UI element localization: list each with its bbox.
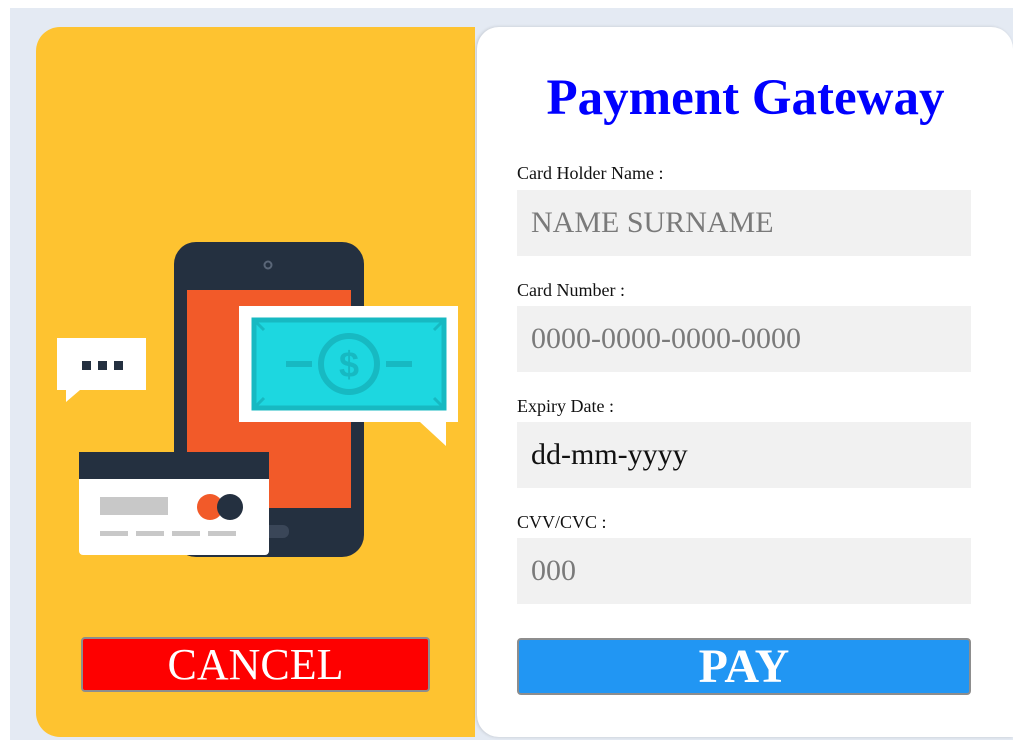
- card-number-input[interactable]: [517, 306, 971, 372]
- payment-illustration: $: [57, 242, 458, 557]
- pay-button[interactable]: PAY: [517, 638, 971, 695]
- expiry-date-label: Expiry Date :: [517, 396, 614, 416]
- page-title: Payment Gateway: [546, 70, 945, 126]
- credit-card-icon: [79, 452, 269, 555]
- cancel-button[interactable]: CANCEL: [81, 637, 430, 692]
- card-number-label: Card Number :: [517, 280, 625, 300]
- expiry-date-input[interactable]: [517, 422, 971, 488]
- card-holder-input[interactable]: [517, 190, 971, 256]
- payment-form-panel: [477, 27, 1013, 737]
- cvv-label: CVV/CVC :: [517, 512, 607, 532]
- chat-bubble-icon: [57, 338, 146, 402]
- svg-text:$: $: [339, 344, 359, 385]
- cvv-input[interactable]: [517, 538, 971, 604]
- card-holder-label: Card Holder Name :: [517, 163, 664, 183]
